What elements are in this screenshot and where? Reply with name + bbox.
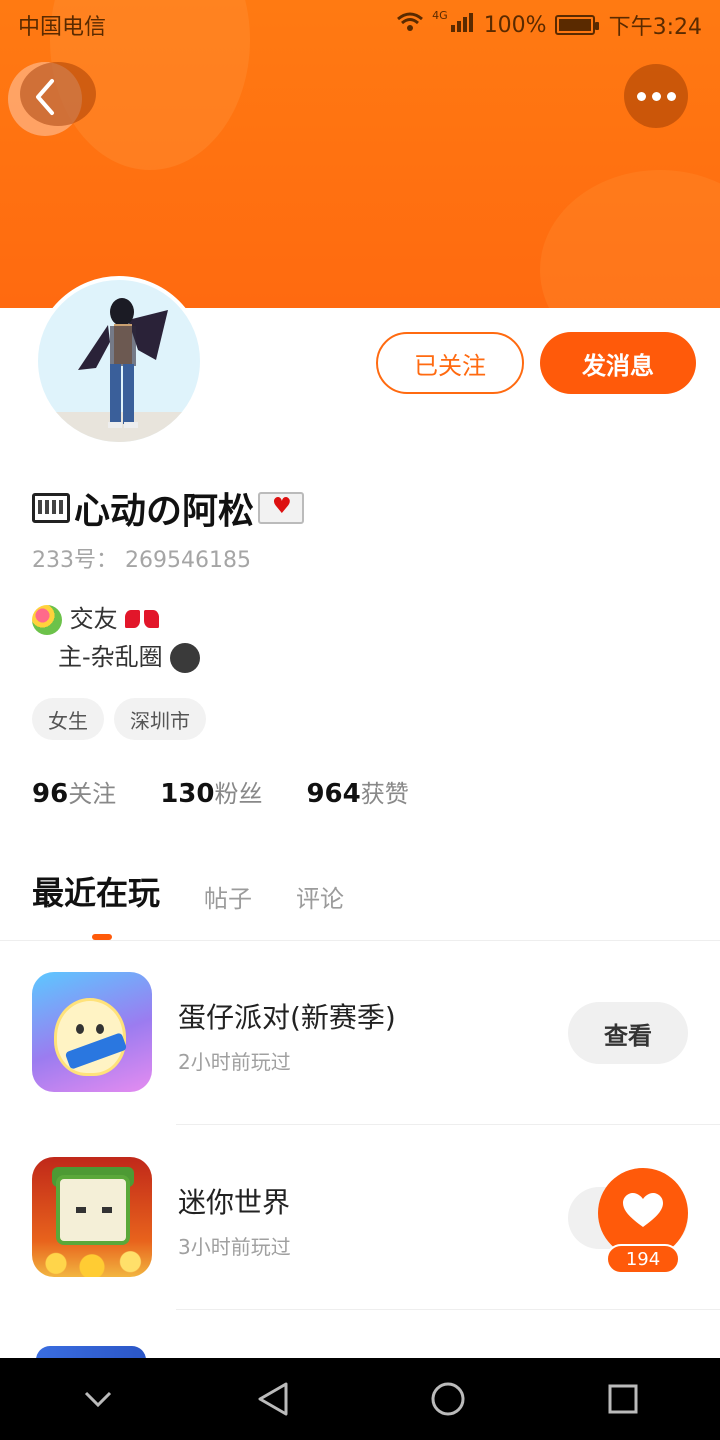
gender-tag: 女生 bbox=[32, 698, 104, 740]
battery-percent: 100% bbox=[483, 12, 547, 38]
following-stat[interactable]: 96关注 bbox=[32, 774, 116, 809]
following-button[interactable]: 已关注 bbox=[376, 332, 524, 394]
tab-recently-played[interactable]: 最近在玩 bbox=[32, 868, 160, 914]
ribbon-emoji-icon bbox=[125, 606, 159, 634]
signal-icon bbox=[450, 11, 476, 39]
eggy-party-game-icon[interactable] bbox=[32, 972, 152, 1092]
game-row[interactable]: 蛋仔派对(新赛季) 2小时前玩过 查看 bbox=[0, 940, 720, 1125]
back-chevron-icon bbox=[30, 77, 60, 121]
send-message-button[interactable]: 发消息 bbox=[540, 332, 696, 394]
collapse-nav-button[interactable] bbox=[58, 1359, 138, 1439]
profile-tags: 女生 深圳市 bbox=[32, 698, 206, 740]
banner-decoration bbox=[540, 170, 720, 308]
home-nav-button[interactable] bbox=[408, 1359, 488, 1439]
likes-count: 964 bbox=[306, 779, 361, 809]
profile-stats: 96关注 130粉丝 964获赞 bbox=[32, 774, 409, 809]
network-type-label: 4G bbox=[432, 9, 448, 22]
keyboard-emoji-icon bbox=[32, 493, 70, 523]
back-button[interactable] bbox=[8, 62, 96, 136]
following-count: 96 bbox=[32, 779, 69, 809]
more-dots-icon bbox=[666, 91, 676, 101]
likes-stat: 964获赞 bbox=[306, 774, 408, 809]
tab-posts[interactable]: 帖子 bbox=[204, 879, 252, 914]
username-text: 心动の阿松 bbox=[74, 491, 255, 532]
content-tabs: 最近在玩 帖子 评论 bbox=[32, 868, 344, 914]
avatar-character-icon bbox=[78, 298, 168, 428]
mini-world-game-icon[interactable] bbox=[32, 1157, 152, 1277]
view-game-button[interactable]: 查看 bbox=[568, 1002, 688, 1064]
username: 心动の阿松 bbox=[32, 482, 305, 534]
game-name: 迷你世界 bbox=[178, 1186, 291, 1219]
recents-nav-button[interactable] bbox=[583, 1359, 663, 1439]
likes-label: 获赞 bbox=[360, 780, 409, 808]
more-dots-icon bbox=[636, 91, 646, 101]
bouquet-emoji-icon bbox=[32, 605, 62, 635]
more-dots-icon bbox=[651, 91, 661, 101]
row-divider bbox=[176, 1309, 720, 1310]
back-nav-button[interactable] bbox=[233, 1359, 313, 1439]
uid-label: 233号： bbox=[32, 548, 118, 573]
game-last-played: 2小时前玩过 bbox=[178, 1050, 291, 1074]
triangle-back-icon bbox=[258, 1382, 287, 1416]
bio: 交友 主-杂乱圈 bbox=[32, 600, 201, 687]
game-name: 蛋仔派对(新赛季) bbox=[178, 1001, 396, 1034]
like-count: 194 bbox=[606, 1244, 680, 1274]
user-id: 233号： 269546185 bbox=[32, 542, 251, 574]
following-label: 关注 bbox=[68, 780, 117, 808]
followers-stat[interactable]: 130粉丝 bbox=[160, 774, 262, 809]
square-recents-icon bbox=[608, 1384, 637, 1414]
chevron-down-icon bbox=[84, 1391, 111, 1408]
status-bar: 中国电信 4G 100% 下午3:24 bbox=[0, 0, 720, 50]
circle-home-icon bbox=[431, 1382, 464, 1416]
system-navigation-bar bbox=[0, 1358, 720, 1440]
smiley-emoji-icon bbox=[170, 643, 201, 687]
heart-icon bbox=[623, 1193, 663, 1233]
uid-value: 269546185 bbox=[125, 548, 251, 573]
battery-icon bbox=[554, 15, 599, 35]
location-tag: 深圳市 bbox=[114, 698, 206, 740]
tab-comments[interactable]: 评论 bbox=[296, 879, 344, 914]
love-letter-emoji-icon bbox=[258, 492, 305, 524]
clock: 下午3:24 bbox=[608, 15, 702, 40]
followers-count: 130 bbox=[160, 779, 215, 809]
bio-line-1: 交友 bbox=[69, 605, 118, 633]
avatar[interactable] bbox=[34, 276, 204, 446]
followers-label: 粉丝 bbox=[214, 780, 263, 808]
bio-line-2: 主-杂乱圈 bbox=[58, 643, 163, 671]
carrier-label: 中国电信 bbox=[18, 15, 107, 40]
wifi-icon bbox=[396, 11, 424, 39]
game-last-played: 3小时前玩过 bbox=[178, 1235, 291, 1259]
more-options-button[interactable] bbox=[624, 64, 688, 128]
